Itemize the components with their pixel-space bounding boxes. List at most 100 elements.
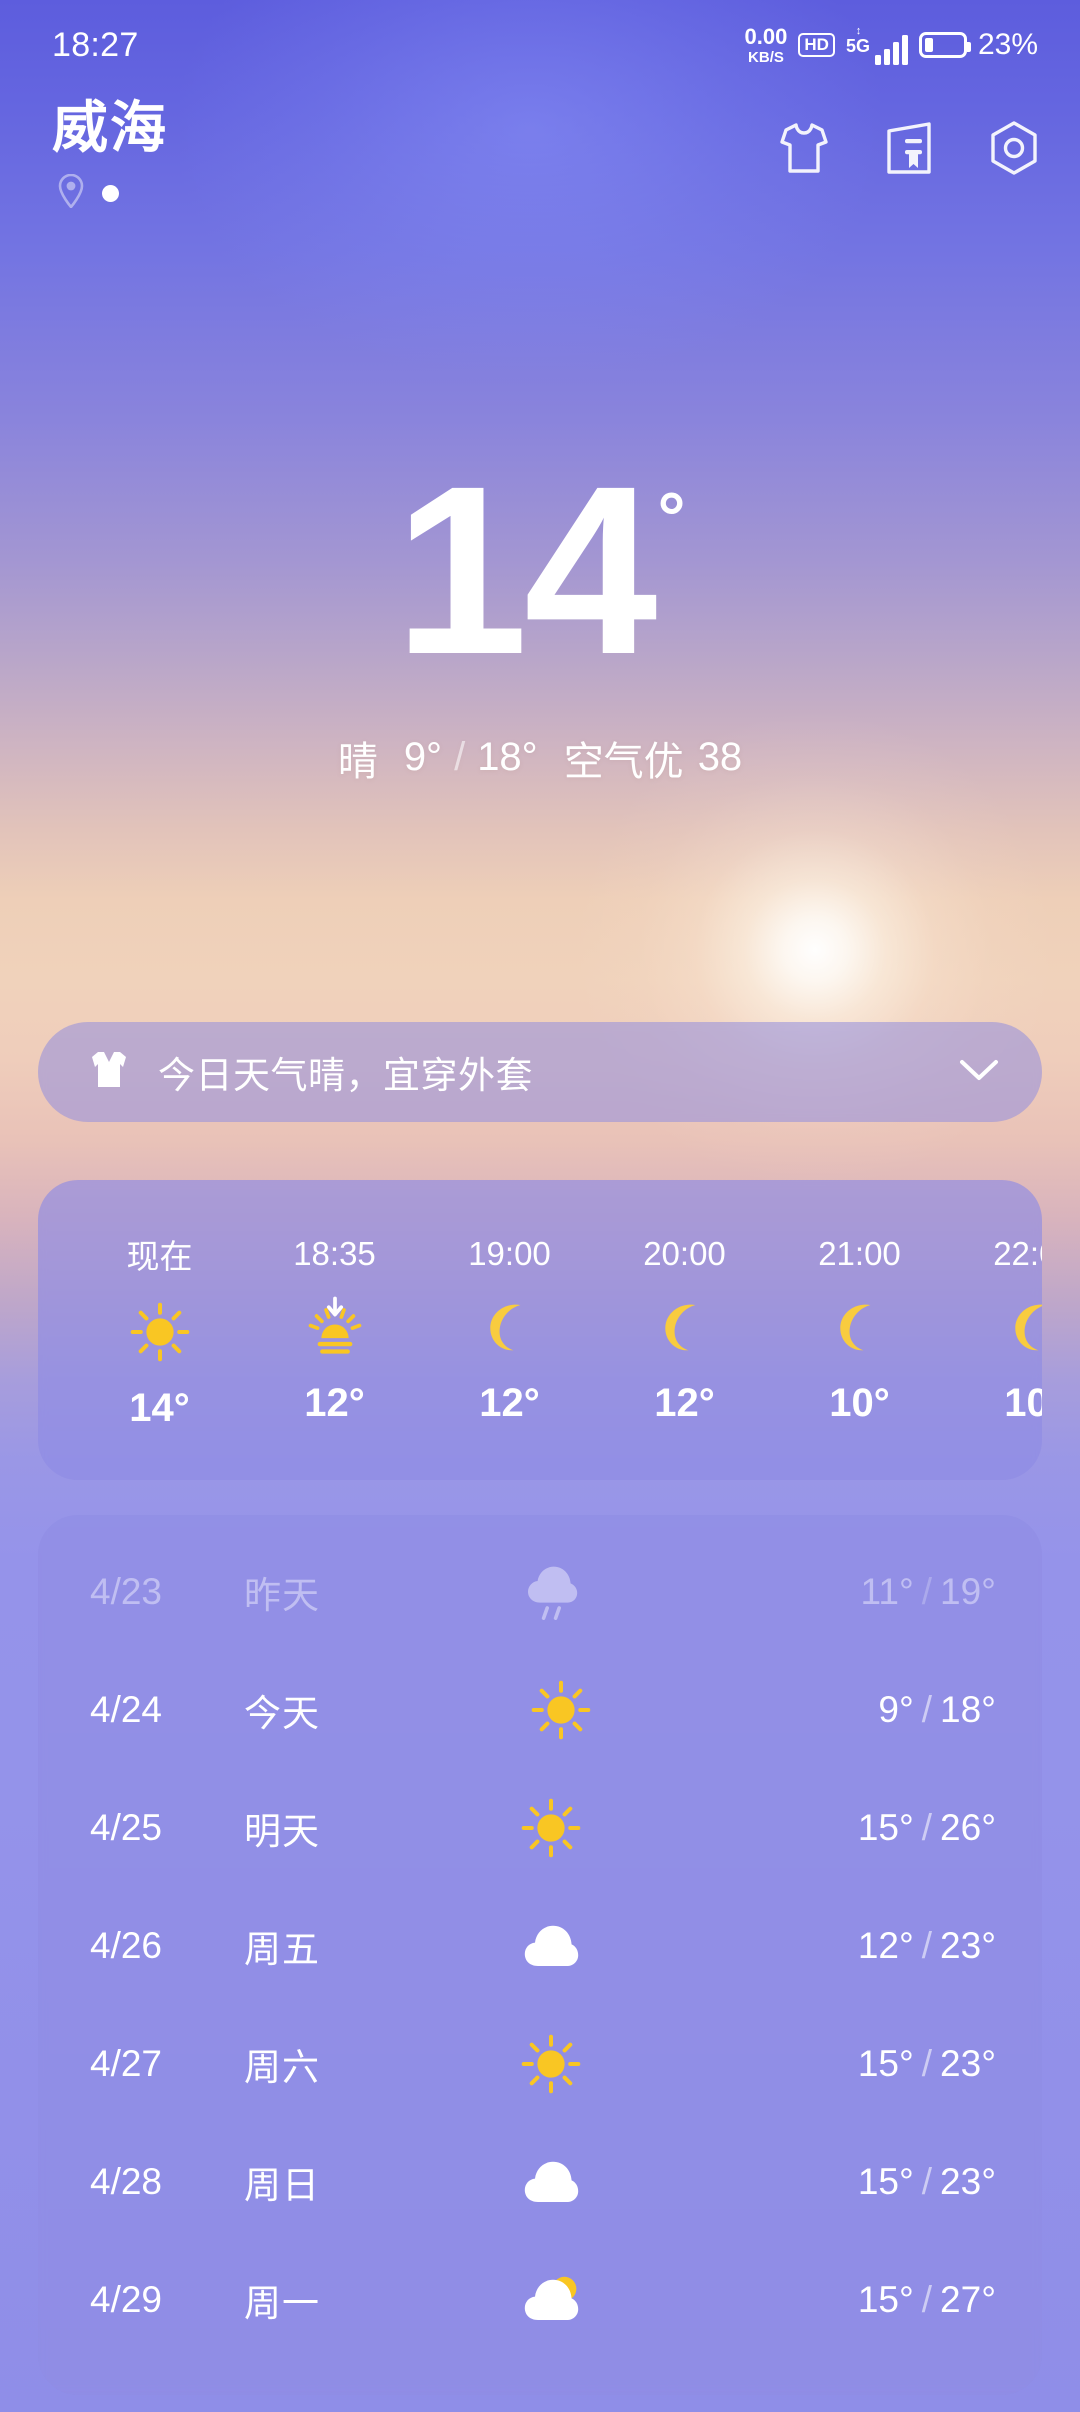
daily-weekday: 周五	[244, 1929, 320, 1970]
today-low: 9°	[403, 735, 443, 780]
daily-forecast-row[interactable]: 4/27 周六 15°/23°	[38, 2005, 1042, 2123]
daily-high: 23°	[940, 1925, 996, 1966]
cellular-signal-indicator: ↕ 5G	[845, 25, 908, 65]
daily-high: 19°	[940, 1571, 996, 1612]
daily-high: 27°	[940, 2279, 996, 2320]
rain-icon	[507, 1563, 597, 1622]
city-pager	[58, 174, 168, 213]
daily-date: 4/25	[90, 1807, 163, 1848]
daily-forecast-list: 4/23 昨天 11°/19° 4/24 今天 9°/18° 4/25 明天 15°/26° 4/…	[38, 1515, 1042, 2359]
city-block[interactable]: 威海	[52, 96, 168, 213]
daily-high: 23°	[940, 2043, 996, 2084]
daily-weekday: 今天	[244, 1693, 320, 1734]
hourly-temperature: 14°	[129, 1385, 190, 1430]
daily-low: 11°	[860, 1571, 914, 1612]
daily-low: 12°	[857, 1925, 914, 1966]
daily-temp-separator: /	[921, 2161, 933, 2202]
daily-weekday: 周一	[244, 2283, 320, 2324]
daily-temp-separator: /	[921, 2279, 933, 2320]
page-title: 威海	[52, 96, 168, 159]
hourly-item[interactable]: 22:00 10°	[947, 1235, 1042, 1426]
daily-temp-separator: /	[921, 1571, 933, 1612]
daily-forecast-row[interactable]: 4/28 周日 15°/23°	[38, 2123, 1042, 2241]
sun-icon	[506, 2033, 596, 2095]
hourly-item[interactable]: 18:35 12°	[247, 1235, 422, 1426]
sun-icon	[129, 1302, 191, 1362]
daily-weekday: 周六	[244, 2047, 320, 2088]
temp-separator: /	[454, 735, 466, 780]
clothing-tip-text: 今日天气晴，宜穿外套	[158, 1055, 533, 1096]
daily-date: 4/29	[90, 2279, 163, 2320]
daily-temperature-range: 12°/23°	[858, 1925, 996, 1967]
air-quality-index: 38	[697, 735, 743, 780]
network-type-icon: ↕ 5G	[845, 25, 870, 56]
hourly-temperature: 12°	[654, 1380, 715, 1425]
hourly-forecast-scroller[interactable]: 现在 14° 18:35 12° 19:00 12° 20:00 12° 21:00 10° 22:…	[38, 1180, 1042, 1480]
hourly-item[interactable]: 现在 14°	[72, 1230, 247, 1431]
moon-icon	[656, 1297, 714, 1357]
clothing-tip-card[interactable]: 今日天气晴，宜穿外套	[38, 1022, 1042, 1122]
hourly-item[interactable]: 19:00 12°	[422, 1235, 597, 1426]
network-type-label: 5G	[845, 35, 870, 56]
daily-forecast-row[interactable]: 4/25 明天 15°/26°	[38, 1769, 1042, 1887]
hourly-temperature: 12°	[479, 1380, 540, 1425]
current-weather-hero: 14 ° 晴 9° / 18° 空气优 38	[0, 436, 1080, 787]
daily-forecast-row[interactable]: 4/26 周五 12°/23°	[38, 1887, 1042, 2005]
status-bar: 18:27 0.00 KB/S HD ↕ 5G 23%	[0, 0, 1080, 90]
hourly-time-label: 22:00	[993, 1234, 1042, 1272]
hexagon-gear-icon[interactable]	[988, 120, 1040, 181]
jacket-icon	[86, 1047, 132, 1098]
daily-forecast-row[interactable]: 4/29 周一 15°/27°	[38, 2241, 1042, 2359]
daily-low: 9°	[878, 1689, 914, 1730]
daily-date: 4/26	[90, 1925, 163, 1966]
sun-icon	[506, 1797, 596, 1859]
daily-date: 4/24	[90, 1689, 163, 1730]
today-high: 18°	[477, 735, 538, 780]
daily-temp-separator: /	[921, 1925, 933, 1966]
hourly-time-label: 18:35	[293, 1234, 376, 1272]
current-condition: 晴	[337, 739, 378, 784]
cloud-icon	[506, 1918, 596, 1973]
chevron-down-icon[interactable]	[958, 1057, 1000, 1088]
hourly-temperature: 10°	[1004, 1380, 1042, 1425]
daily-weekday: 昨天	[244, 1575, 320, 1616]
daily-date: 4/23	[90, 1571, 163, 1612]
daily-date: 4/28	[90, 2161, 163, 2202]
daily-low: 15°	[857, 2279, 914, 2320]
hourly-item[interactable]: 20:00 12°	[597, 1235, 772, 1426]
air-quality-label: 空气优	[563, 739, 684, 784]
daily-low: 15°	[857, 1807, 914, 1848]
cloud-icon	[506, 2154, 596, 2209]
current-summary: 晴 9° / 18° 空气优 38	[338, 729, 742, 787]
daily-forecast-card[interactable]: 4/23 昨天 11°/19° 4/24 今天 9°/18° 4/25 明天 15°/26° 4/…	[38, 1515, 1042, 2395]
report-card-icon[interactable]	[884, 121, 934, 180]
hourly-time-label: 19:00	[468, 1234, 551, 1272]
page-indicator-dot[interactable]	[102, 185, 119, 203]
degree-symbol: °	[657, 478, 686, 556]
hourly-item[interactable]: 21:00 10°	[772, 1235, 947, 1426]
location-pin-icon	[58, 174, 84, 213]
daily-temperature-range: 15°/27°	[858, 2279, 996, 2321]
daily-temp-separator: /	[921, 2043, 933, 2084]
hourly-time-label: 现在	[126, 1237, 193, 1275]
battery-percent-label: 23%	[977, 28, 1038, 61]
daily-weekday: 周日	[244, 2165, 320, 2206]
daily-weekday: 明天	[244, 1811, 320, 1852]
status-clock: 18:27	[52, 25, 139, 64]
daily-forecast-row[interactable]: 4/24 今天 9°/18°	[38, 1651, 1042, 1769]
daily-temperature-range: 11°/19°	[861, 1571, 996, 1613]
current-temperature: 14	[394, 436, 658, 704]
hourly-time-label: 20:00	[643, 1234, 726, 1272]
moon-icon	[1006, 1297, 1042, 1357]
hourly-forecast-card[interactable]: 现在 14° 18:35 12° 19:00 12° 20:00 12° 21:00 10° 22:…	[38, 1180, 1042, 1480]
network-speed-value: 0.00	[744, 23, 788, 49]
tshirt-icon[interactable]	[778, 121, 830, 180]
daily-forecast-row[interactable]: 4/23 昨天 11°/19°	[38, 1533, 1042, 1651]
daily-high: 26°	[940, 1807, 996, 1848]
daily-high: 23°	[940, 2161, 996, 2202]
hourly-temperature: 12°	[304, 1380, 365, 1425]
daily-temperature-range: 15°/23°	[858, 2043, 996, 2085]
moon-icon	[831, 1297, 889, 1357]
sunset-icon	[304, 1296, 366, 1357]
network-speed-indicator: 0.00 KB/S	[744, 23, 788, 65]
